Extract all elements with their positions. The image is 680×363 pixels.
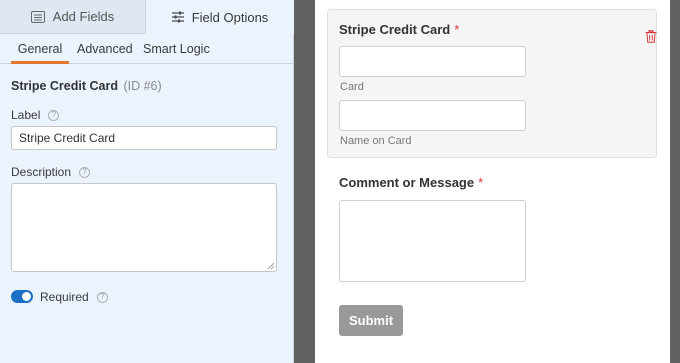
- panel-tabs: Add Fields Field Options: [0, 0, 294, 34]
- label-heading: Label ?: [11, 108, 60, 122]
- name-on-card-input[interactable]: [339, 100, 526, 131]
- stripe-field-preview[interactable]: Stripe Credit Card * Card Name on Card: [327, 9, 657, 158]
- trash-icon[interactable]: [645, 30, 657, 43]
- required-asterisk: *: [454, 22, 460, 37]
- description-textarea[interactable]: [11, 183, 277, 272]
- card-number-input[interactable]: [339, 46, 526, 77]
- required-toggle[interactable]: [11, 290, 33, 303]
- list-icon: [30, 10, 45, 23]
- comment-field-title: Comment or Message *: [339, 175, 483, 190]
- help-icon[interactable]: ?: [96, 291, 108, 303]
- form-preview: Stripe Credit Card * Card Name on Card Co…: [315, 0, 670, 363]
- help-icon[interactable]: ?: [79, 166, 91, 178]
- comment-textarea[interactable]: [339, 200, 526, 282]
- required-heading: Required ?: [40, 290, 108, 304]
- description-heading-text: Description: [11, 165, 72, 179]
- tab-add-fields-label: Add Fields: [52, 9, 115, 24]
- field-id: (ID #6): [123, 79, 162, 93]
- field-name: Stripe Credit Card: [11, 79, 118, 93]
- name-on-card-sublabel: Name on Card: [340, 135, 412, 147]
- options-subtabs: General Advanced Smart Logic: [0, 34, 294, 64]
- resize-grip-icon[interactable]: [267, 262, 275, 270]
- submit-button[interactable]: Submit: [339, 305, 403, 336]
- required-label: Required: [40, 290, 89, 304]
- tab-field-options-label: Field Options: [191, 9, 269, 25]
- comment-field-title-text: Comment or Message: [339, 175, 475, 190]
- card-sublabel: Card: [340, 81, 364, 93]
- tab-field-options[interactable]: Field Options: [146, 0, 294, 34]
- label-heading-text: Label: [11, 108, 41, 122]
- description-heading: Description ?: [11, 165, 91, 179]
- field-options-panel: Add Fields Field Options General Advance…: [0, 0, 294, 363]
- stripe-field-title-text: Stripe Credit Card: [339, 22, 451, 37]
- field-heading: Stripe Credit Card (ID #6): [11, 79, 162, 93]
- required-asterisk: *: [478, 175, 484, 190]
- label-input[interactable]: [11, 126, 277, 150]
- subtab-general[interactable]: General: [11, 34, 69, 64]
- toggle-knob: [22, 292, 31, 301]
- tab-add-fields[interactable]: Add Fields: [0, 0, 146, 34]
- help-icon[interactable]: ?: [48, 109, 60, 121]
- subtab-smart-logic[interactable]: Smart Logic: [143, 34, 210, 64]
- subtab-advanced[interactable]: Advanced: [77, 34, 133, 64]
- stripe-field-title: Stripe Credit Card *: [339, 22, 459, 37]
- sliders-icon: [171, 11, 184, 23]
